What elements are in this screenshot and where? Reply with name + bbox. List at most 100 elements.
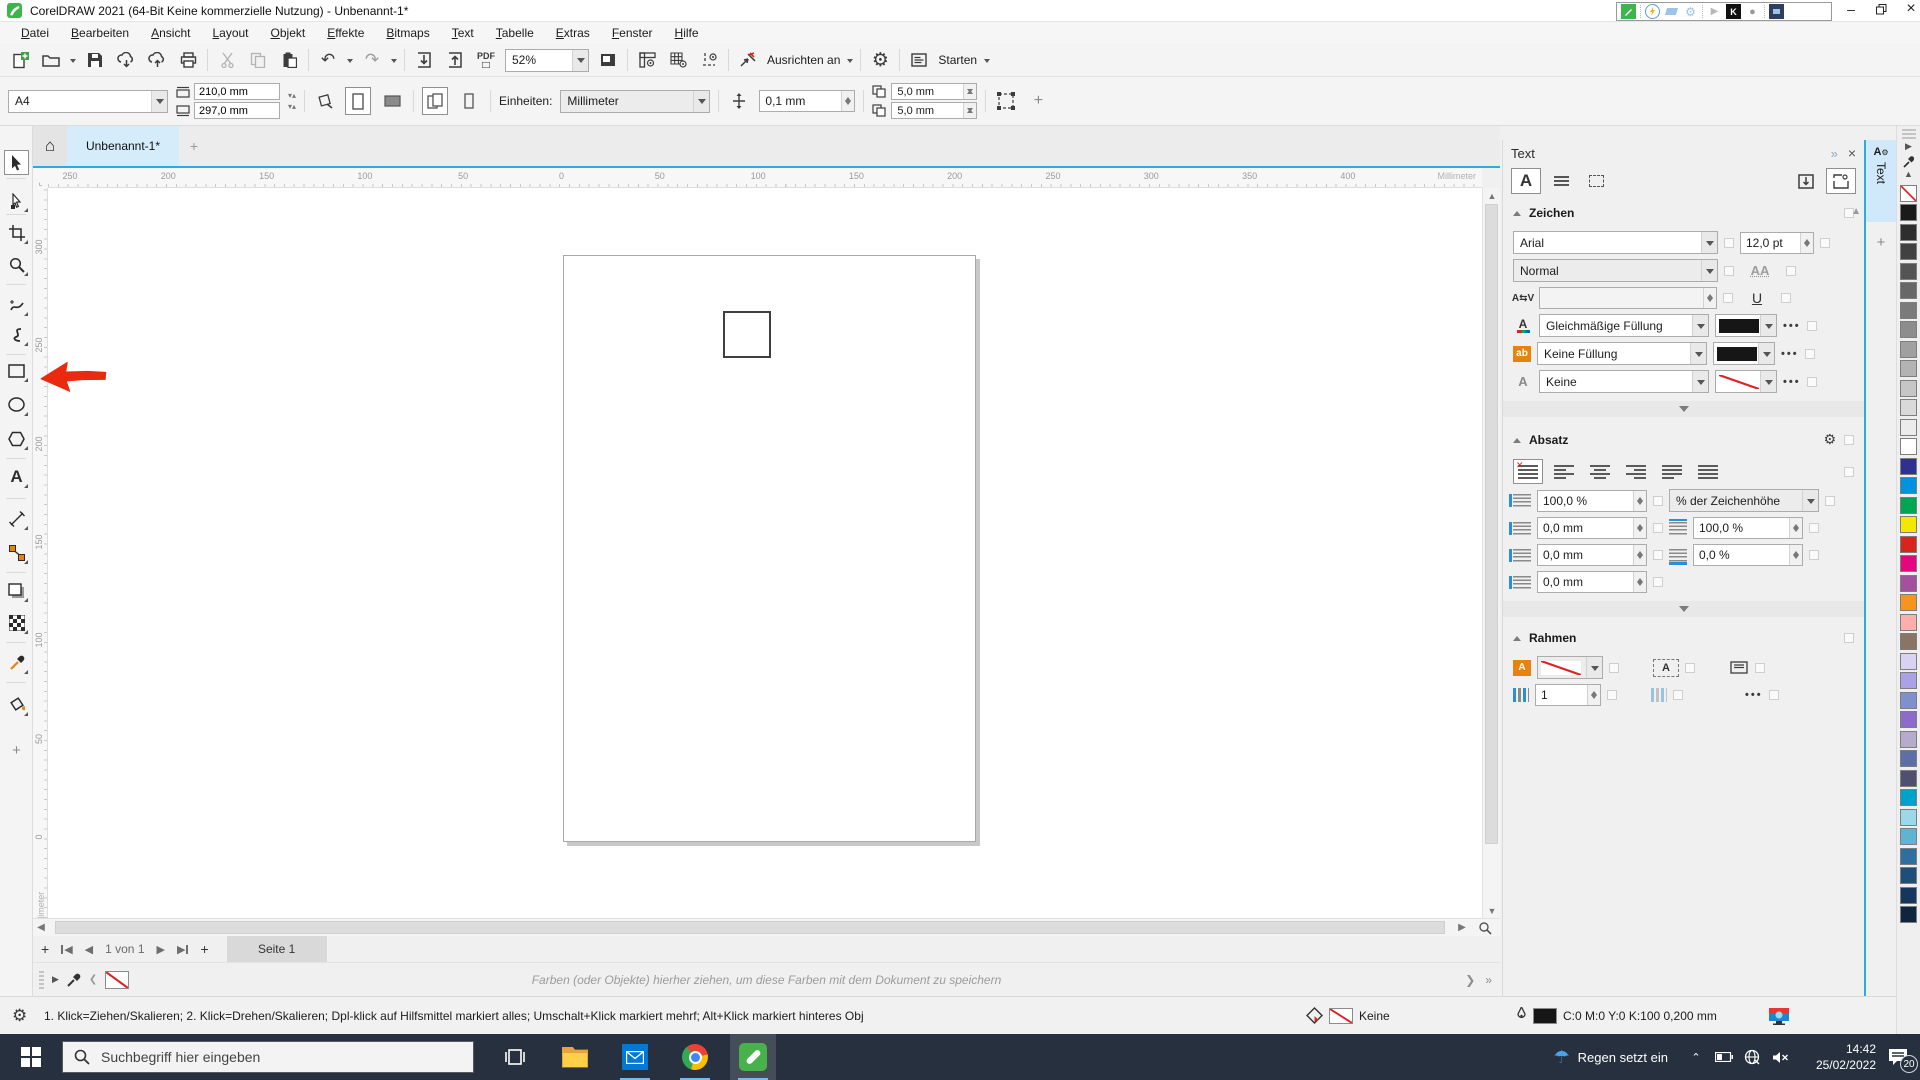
chevron-down-icon[interactable] (693, 90, 710, 112)
spinner-arrows[interactable] (841, 91, 855, 111)
landscape-button[interactable] (379, 87, 405, 115)
launch-label[interactable]: Starten (938, 53, 977, 67)
menu-item[interactable]: Fenster (601, 24, 664, 42)
tab-frame[interactable] (1581, 168, 1611, 194)
chevron-down-icon[interactable] (572, 49, 588, 71)
tray-chevron-icon[interactable]: ⌃ (1682, 1051, 1710, 1064)
section-checkbox[interactable] (1844, 633, 1854, 643)
notification-center-button[interactable]: 20 (1876, 1034, 1920, 1080)
ellipse-tool[interactable] (4, 392, 29, 417)
cloud-download-icon[interactable] (114, 48, 138, 72)
horizontal-scrollbar[interactable]: ◀ ▶ (33, 918, 1500, 936)
nudge-field[interactable]: 0,1 mm (759, 90, 856, 112)
macro-settings-icon[interactable]: ⚙︎ (1683, 4, 1698, 19)
outline-status[interactable]: Keine (1306, 1007, 1390, 1024)
mesh-fill-tool[interactable] (4, 610, 29, 635)
previous-page-icon[interactable]: ◀ (85, 943, 93, 956)
duplicate-y-field[interactable]: 5,0 mm (891, 102, 978, 119)
tab-character[interactable]: A (1511, 168, 1541, 194)
pan-zoom-icon[interactable] (1472, 920, 1498, 936)
crop-tool[interactable] (4, 220, 29, 245)
palette-swatch[interactable] (1900, 301, 1917, 319)
fill-status[interactable]: C:0 M:0 Y:0 K:100 0,200 mm (1516, 1007, 1717, 1024)
import-icon[interactable] (412, 48, 436, 72)
add-toolbar-item-icon[interactable]: + (1026, 89, 1050, 113)
align-right-button[interactable] (1621, 459, 1651, 484)
palette-swatch[interactable] (1900, 828, 1917, 845)
palette-swatch[interactable] (1900, 867, 1917, 884)
font-style-combo[interactable]: Normal (1513, 259, 1718, 282)
fill-type-combo[interactable]: Gleichmäßige Füllung (1539, 314, 1709, 337)
status-gear-icon[interactable]: ⚙︎ (12, 1006, 27, 1026)
redo-icon[interactable]: ↷ (360, 48, 384, 72)
drop-shadow-tool[interactable] (4, 578, 29, 603)
palette-swatch[interactable] (1900, 574, 1917, 592)
zoom-tool[interactable] (4, 252, 29, 277)
checkbox[interactable] (1653, 550, 1663, 560)
palette-swatch[interactable] (1900, 321, 1917, 338)
current-page-button[interactable] (456, 87, 482, 115)
portrait-button[interactable] (345, 87, 372, 115)
history-icon[interactable] (1645, 4, 1660, 19)
palette-swatch[interactable] (1900, 457, 1917, 475)
checkbox[interactable] (1786, 265, 1796, 276)
checkbox[interactable] (1653, 523, 1663, 533)
minimize-button[interactable]: – (1838, 0, 1864, 18)
line-spacing-spinner[interactable]: 100,0 % (1537, 489, 1647, 512)
restore-button[interactable] (1868, 0, 1894, 18)
page-tab[interactable]: Seite 1 (226, 936, 327, 962)
palette-grip[interactable] (1901, 129, 1916, 141)
menu-item[interactable]: Bitmaps (375, 24, 440, 42)
publish-pdf-icon[interactable]: PDF (474, 48, 498, 72)
scroll-up-icon[interactable]: ▲ (1483, 188, 1501, 203)
interactive-fill-tool[interactable] (4, 692, 29, 717)
page-height-field[interactable] (194, 102, 280, 119)
palette-swatch[interactable] (1900, 438, 1917, 455)
scroll-left-icon[interactable]: ◀ (33, 922, 49, 933)
palette-swatch[interactable] (1900, 204, 1917, 221)
paste-icon[interactable] (277, 48, 301, 72)
add-docker-icon[interactable]: + (1866, 234, 1896, 251)
show-rulers-icon[interactable] (635, 48, 659, 72)
docker-close-icon[interactable]: × (1848, 145, 1856, 161)
checkbox[interactable] (1607, 690, 1617, 700)
preview-icon[interactable] (1769, 4, 1784, 19)
close-button[interactable]: × (1898, 0, 1920, 18)
chrome-button[interactable] (672, 1034, 718, 1080)
fill-color-combo[interactable] (1715, 314, 1777, 337)
eyedropper-tool[interactable] (4, 650, 29, 675)
taskbar-search[interactable] (62, 1041, 474, 1073)
palette-swatch[interactable] (1900, 886, 1917, 904)
page-size-combo[interactable]: A4 (8, 89, 168, 113)
palette-eyedropper-icon[interactable] (1903, 155, 1914, 168)
more-tools-button[interactable]: + (4, 738, 29, 763)
mail-button[interactable] (612, 1034, 658, 1080)
open-dropdown-icon[interactable] (70, 58, 76, 66)
ruler-origin-icon[interactable]: ⌞ (33, 168, 48, 188)
file-explorer-button[interactable] (552, 1034, 598, 1080)
checkbox[interactable] (1609, 662, 1619, 673)
docker-collapse-icon[interactable]: » (1831, 146, 1838, 161)
search-input[interactable] (62, 1041, 474, 1073)
palette-swatch[interactable] (1900, 633, 1917, 650)
collapse-section-icon[interactable] (1513, 434, 1521, 443)
palette-swatch[interactable] (1900, 223, 1917, 241)
menu-item[interactable]: Tabelle (485, 24, 545, 42)
export-icon[interactable] (443, 48, 467, 72)
drag-grip[interactable] (39, 970, 44, 989)
checkbox[interactable] (1806, 376, 1817, 387)
eyedropper-icon[interactable] (67, 972, 81, 987)
align-none-button[interactable] (1513, 459, 1543, 484)
checkbox[interactable] (1653, 577, 1663, 587)
app-pencil-icon[interactable] (1621, 4, 1636, 19)
palette-swatch[interactable] (1900, 516, 1917, 533)
cut-icon[interactable] (215, 48, 239, 72)
palette-swatch[interactable] (1900, 730, 1917, 748)
units-combo[interactable]: Millimeter (560, 89, 711, 113)
snap-off-icon[interactable] (736, 48, 760, 72)
launch-icon[interactable] (907, 48, 931, 72)
scroll-left-icon[interactable]: ❮ (89, 974, 97, 985)
menu-item[interactable]: Bearbeiten (60, 24, 140, 42)
palette-swatch[interactable] (1900, 672, 1917, 689)
undo-dropdown-icon[interactable] (347, 58, 353, 66)
